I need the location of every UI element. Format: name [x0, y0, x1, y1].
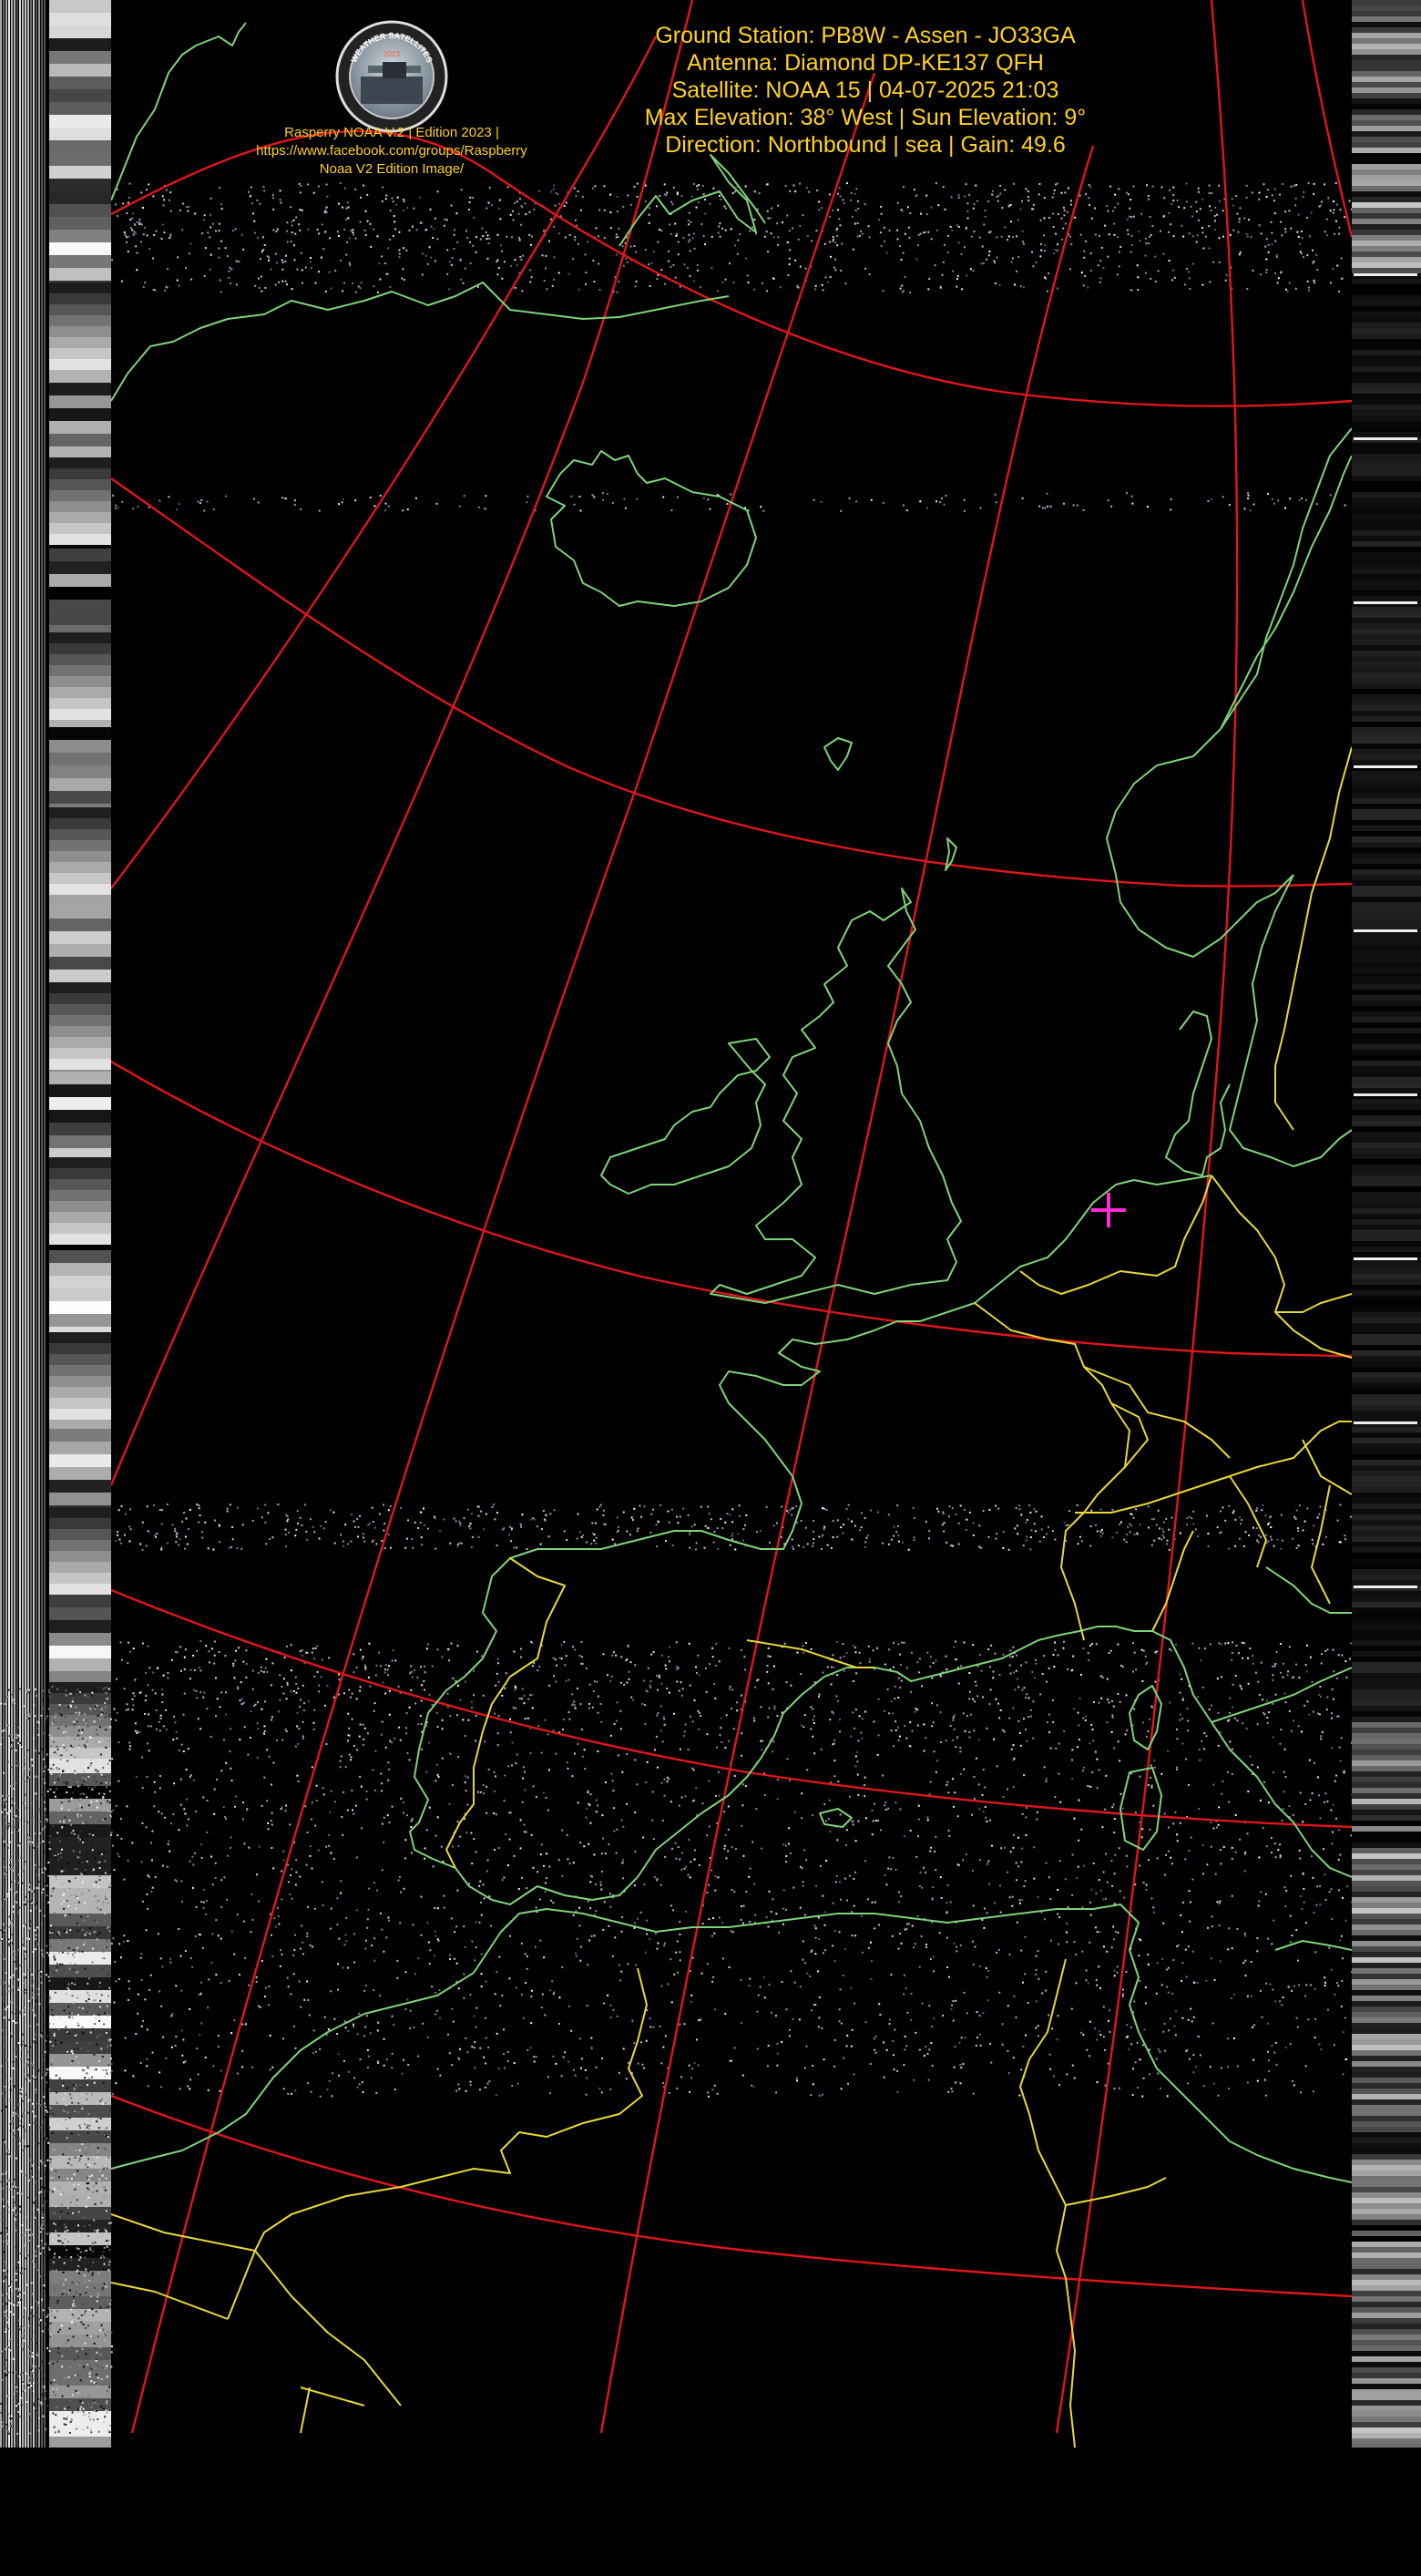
- great-britain-coast: [710, 888, 962, 1304]
- greenland-coast: [111, 282, 730, 402]
- caption-line-2: https://www.facebook.com/groups/Raspberr…: [256, 143, 527, 159]
- norway-coast: [1220, 455, 1352, 730]
- bottom-black-band: [0, 2448, 1421, 2576]
- iceland-coast: [546, 450, 757, 607]
- elevation-line: Max Elevation: 38° West | Sun Elevation:…: [644, 105, 1087, 130]
- longitude-line: [599, 145, 1095, 2434]
- mediterranean-coast: [537, 1626, 1352, 1901]
- sardinia-coast: [1119, 1767, 1162, 1851]
- country-borders: [111, 746, 1352, 2448]
- border: [974, 1302, 1149, 1641]
- direction-line: Direction: Northbound | sea | Gain: 49.6: [665, 132, 1066, 158]
- border: [1311, 1484, 1331, 1605]
- border: [1110, 1402, 1130, 1468]
- map-overlay: [111, 0, 1352, 2448]
- ground-station-line: Ground Station: PB8W - Assen - JO33GA: [655, 23, 1076, 48]
- balearic-coast: [819, 1808, 853, 1828]
- faroe-islands-coast: [823, 737, 853, 771]
- antenna-line: Antenna: Diamond DP-KE137 QFH: [687, 50, 1044, 76]
- border: [1229, 1475, 1267, 1568]
- latitude-line: [111, 1060, 1352, 1358]
- weather-satellites-logo: WEATHER SATELLITES 2023: [335, 20, 448, 133]
- continental-coast: [409, 1175, 1212, 1905]
- italy-coast: [1211, 1667, 1352, 1723]
- logo-year: 2023: [383, 50, 400, 58]
- longitude-line: [130, 72, 876, 2434]
- border: [1302, 1439, 1352, 1495]
- logo-caption: Rasperry NOAA V.2 | Edition 2023 | https…: [228, 124, 556, 179]
- coastlines: [111, 22, 1352, 2183]
- border: [1083, 1366, 1231, 1459]
- border: [1274, 746, 1352, 1131]
- border: [1019, 1175, 1212, 1295]
- ground-station-marker: [1091, 1193, 1126, 1227]
- sweden-coast: [1229, 874, 1352, 1167]
- caption-line-3: Noaa V2 Edition Image/: [319, 161, 465, 177]
- pass-info-header: Ground Station: PB8W - Assen - JO33GA An…: [583, 22, 1148, 159]
- satellite-image: Ground Station: PB8W - Assen - JO33GA An…: [0, 0, 1421, 2576]
- border: [1211, 1175, 1352, 1359]
- latitude-line: [111, 477, 1352, 888]
- latitude-line: [111, 2094, 1352, 2298]
- greenland-coast: [111, 22, 247, 201]
- border: [1065, 2177, 1167, 2206]
- sicily-coast: [1274, 1940, 1352, 1951]
- greenland-coast: [618, 154, 766, 247]
- border: [445, 1557, 566, 1869]
- caption-line-1: Rasperry NOAA V.2 | Edition 2023 |: [284, 125, 499, 140]
- signal-noise-bands: [111, 182, 1352, 2098]
- north-africa-coast: [111, 1904, 1352, 2183]
- border: [227, 1967, 648, 2320]
- border: [1075, 1421, 1352, 1514]
- adriatic-coast: [1265, 1566, 1352, 1614]
- border: [1275, 1293, 1352, 1313]
- graticule: [111, 0, 1352, 2434]
- longitude-line: [111, 0, 694, 1486]
- border: [254, 2250, 402, 2407]
- satellite-line: Satellite: NOAA 15 | 04-07-2025 21:03: [671, 77, 1059, 103]
- ireland-coast: [600, 1038, 771, 1195]
- longitude-line: [1301, 0, 1352, 238]
- corsica-coast: [1129, 1685, 1162, 1750]
- border: [300, 2386, 365, 2407]
- border: [300, 2386, 311, 2434]
- border: [746, 1639, 874, 1668]
